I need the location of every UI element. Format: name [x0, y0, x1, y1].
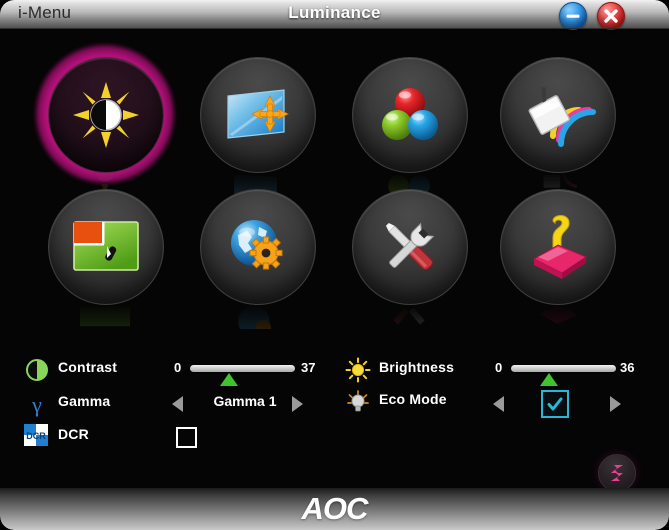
gamma-prev-arrow-left-icon[interactable] — [172, 396, 183, 412]
icon-disc — [500, 189, 616, 305]
icon-osd-setup[interactable] — [40, 181, 170, 327]
icon-disc — [200, 57, 316, 173]
paint-bucket-rainbow-icon — [528, 87, 596, 147]
control-row-contrast: Contrast 0 37 — [24, 355, 324, 386]
control-row-eco-mode: Eco Mode — [345, 387, 645, 418]
brightness-slider-thumb[interactable] — [539, 373, 558, 386]
icon-image-setup[interactable] — [192, 49, 322, 197]
icon-tools[interactable] — [344, 181, 474, 325]
eco-prev-arrow-left-icon[interactable] — [493, 396, 504, 412]
icon-color-setup[interactable] — [344, 49, 474, 197]
dcr-badge-icon: DCR — [24, 424, 50, 450]
gamma-letter-icon: γ — [24, 391, 50, 417]
i-menu-window: i-Menu Luminance Contrast 0 37 Brightnes… — [0, 0, 669, 530]
dcr-checkbox[interactable] — [176, 427, 197, 448]
check-icon — [547, 397, 563, 411]
icon-reflection — [48, 303, 162, 333]
control-row-dcr: DCR DCR — [24, 422, 324, 452]
icon-help-info[interactable] — [492, 181, 622, 324]
control-row-brightness: Brightness 0 36 — [345, 355, 645, 386]
close-icon — [604, 9, 618, 23]
control-row-gamma: γ Gamma Gamma 1 — [24, 389, 324, 419]
contrast-label: Contrast — [58, 359, 118, 375]
green-screen-cursor-icon — [73, 221, 139, 271]
close-button[interactable] — [597, 2, 625, 30]
contrast-slider-track[interactable] — [190, 365, 295, 372]
title-bar: i-Menu Luminance — [0, 0, 669, 30]
contrast-min-value: 0 — [174, 360, 182, 375]
svg-text:γ: γ — [31, 392, 42, 417]
brightness-min-value: 0 — [495, 360, 503, 375]
aoc-logo: AOC — [301, 491, 369, 526]
icon-grid — [0, 29, 669, 329]
svg-text:DCR: DCR — [26, 431, 46, 441]
brightness-label: Brightness — [379, 359, 455, 375]
contrast-half-circle-icon — [24, 357, 50, 383]
icon-luminance[interactable] — [36, 45, 174, 196]
icon-disc — [48, 57, 164, 173]
controls-panel: Contrast 0 37 Brightness 0 36 γ Gamma Ga… — [0, 333, 669, 463]
green-screen-cursor-icon-reflection — [79, 305, 131, 327]
eco-mode-label: Eco Mode — [379, 391, 447, 407]
wrench-screwdriver-icon-reflection — [393, 307, 425, 325]
footer-bar: AOC — [0, 488, 669, 530]
icon-extra-language[interactable] — [192, 181, 322, 329]
icon-reflection — [200, 303, 314, 333]
minimize-button[interactable] — [559, 2, 587, 30]
gamma-label: Gamma — [58, 393, 111, 409]
icon-reflection — [352, 303, 466, 333]
eco-next-arrow-right-icon[interactable] — [610, 396, 621, 412]
gamma-next-arrow-right-icon[interactable] — [292, 396, 303, 412]
brightness-max-value: 36 — [620, 360, 635, 375]
contrast-max-value: 37 — [301, 360, 316, 375]
globe-gear-icon-reflection — [238, 305, 272, 329]
icon-disc — [352, 189, 468, 305]
eco-bulb-icon — [345, 389, 371, 415]
dcr-label: DCR — [58, 426, 89, 442]
icon-disc — [500, 57, 616, 173]
icon-picture-boost[interactable] — [492, 49, 622, 189]
wrench-screwdriver-icon — [385, 222, 435, 270]
globe-gear-icon — [231, 220, 283, 270]
icon-disc — [200, 189, 316, 305]
icon-disc — [352, 57, 468, 173]
icon-disc — [48, 189, 164, 305]
minimize-icon — [566, 14, 580, 18]
icon-reflection — [500, 303, 614, 333]
pink-book-question-icon — [532, 215, 588, 279]
reset-arrows-icon — [611, 465, 623, 481]
screen-move-arrows-icon — [227, 89, 289, 139]
sun-icon — [345, 357, 371, 383]
pink-book-question-icon-reflection — [539, 304, 578, 324]
sun-contrast-icon — [73, 82, 139, 148]
rgb-spheres-icon — [382, 88, 438, 140]
brightness-slider-track[interactable] — [511, 365, 616, 372]
reset-button[interactable] — [598, 454, 636, 492]
gamma-value: Gamma 1 — [213, 393, 277, 409]
contrast-slider-thumb[interactable] — [219, 373, 238, 386]
eco-mode-checkbox[interactable] — [541, 390, 569, 418]
